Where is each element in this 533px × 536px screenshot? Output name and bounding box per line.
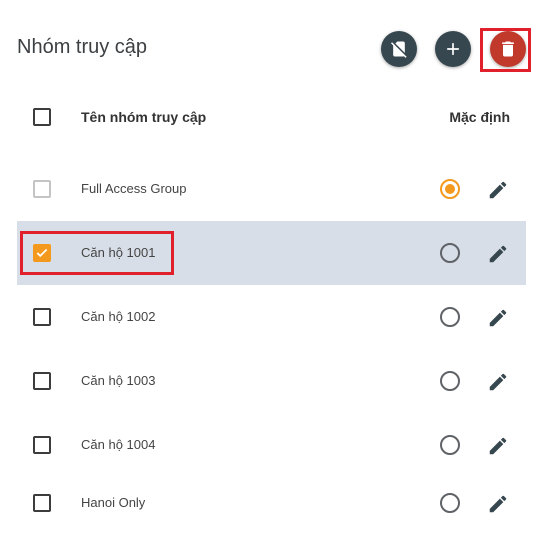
default-radio[interactable] bbox=[440, 307, 460, 327]
table-header: Tên nhóm truy cập Mặc định bbox=[17, 96, 526, 138]
edit-icon[interactable] bbox=[487, 243, 509, 265]
add-button[interactable] bbox=[435, 31, 471, 67]
row-checkbox[interactable] bbox=[33, 180, 51, 198]
row-checkbox[interactable] bbox=[33, 372, 51, 390]
group-name: Căn hộ 1004 bbox=[81, 437, 156, 452]
group-name: Full Access Group bbox=[81, 181, 187, 196]
group-name: Căn hộ 1001 bbox=[81, 245, 156, 260]
edit-icon[interactable] bbox=[487, 307, 509, 329]
page-title: Nhóm truy cập bbox=[17, 36, 148, 58]
table-row[interactable]: Căn hộ 1002 bbox=[17, 285, 526, 349]
table-row[interactable]: Hanoi Only bbox=[17, 471, 526, 535]
no-sim-icon bbox=[390, 41, 407, 58]
column-header-name: Tên nhóm truy cập bbox=[81, 109, 207, 125]
delete-icon bbox=[502, 41, 514, 57]
default-radio[interactable] bbox=[440, 243, 460, 263]
check-icon bbox=[36, 248, 48, 258]
no-sim-button[interactable] bbox=[381, 31, 417, 67]
delete-button[interactable] bbox=[490, 31, 526, 67]
table-row[interactable]: Căn hộ 1001 bbox=[17, 221, 526, 285]
edit-icon[interactable] bbox=[487, 179, 509, 201]
column-header-default: Mặc định bbox=[449, 109, 510, 125]
row-checkbox[interactable] bbox=[33, 436, 51, 454]
row-checkbox[interactable] bbox=[33, 494, 51, 512]
table-row[interactable]: Căn hộ 1003 bbox=[17, 349, 526, 413]
select-all-checkbox[interactable] bbox=[33, 108, 51, 126]
group-name: Căn hộ 1003 bbox=[81, 373, 156, 388]
row-checkbox[interactable] bbox=[33, 308, 51, 326]
default-radio[interactable] bbox=[440, 179, 460, 199]
default-radio[interactable] bbox=[440, 493, 460, 513]
group-name: Căn hộ 1002 bbox=[81, 309, 156, 324]
default-radio[interactable] bbox=[440, 435, 460, 455]
add-icon bbox=[447, 43, 459, 55]
access-groups-page: Nhóm truy cập Tên nhóm truy cập Mặc định… bbox=[0, 0, 533, 536]
edit-icon[interactable] bbox=[487, 493, 509, 515]
edit-icon[interactable] bbox=[487, 435, 509, 457]
row-checkbox[interactable] bbox=[33, 244, 51, 262]
edit-icon[interactable] bbox=[487, 371, 509, 393]
default-radio[interactable] bbox=[440, 371, 460, 391]
group-name: Hanoi Only bbox=[81, 495, 146, 510]
table-row[interactable]: Căn hộ 1004 bbox=[17, 413, 526, 477]
table-row[interactable]: Full Access Group bbox=[17, 157, 526, 221]
